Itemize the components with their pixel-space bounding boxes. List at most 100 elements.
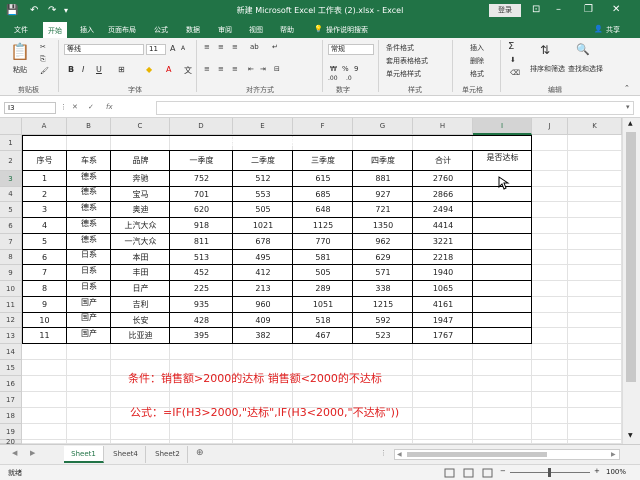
table-cell[interactable]: 213 (233, 281, 293, 297)
table-cell[interactable] (473, 328, 532, 344)
column-header[interactable]: E (233, 118, 293, 135)
tab-help[interactable]: 帮助 (280, 25, 294, 35)
conditional-format-button[interactable]: 条件格式 (386, 43, 414, 53)
increase-decimal-icon[interactable]: .00 (328, 75, 338, 82)
table-cell[interactable]: 648 (293, 202, 353, 218)
column-header[interactable]: J (532, 118, 568, 135)
table-cell[interactable]: 奥迪 (111, 202, 170, 218)
close-button[interactable]: ✕ (612, 3, 620, 17)
scroll-up-icon[interactable]: ▲ (628, 120, 633, 127)
decrease-decimal-icon[interactable]: .0 (346, 75, 352, 82)
table-cell[interactable]: 678 (233, 234, 293, 250)
table-cell[interactable]: 2866 (413, 187, 473, 202)
horizontal-scrollbar[interactable]: ◀ ▶ (394, 449, 620, 460)
font-name-select[interactable]: 等线 (64, 44, 144, 55)
table-cell[interactable]: 721 (353, 202, 413, 218)
table-cell[interactable]: 571 (353, 265, 413, 281)
table-cell[interactable] (473, 281, 532, 297)
table-cell[interactable]: 1215 (353, 297, 413, 313)
expand-formula-bar-icon[interactable]: ▾ (626, 103, 630, 111)
table-cell[interactable]: 本田 (111, 250, 170, 265)
zoom-level[interactable]: 100% (606, 468, 626, 476)
align-left-icon[interactable]: ≡ (204, 65, 210, 73)
table-cell[interactable]: 1125 (293, 218, 353, 234)
sheet-tab-sheet2[interactable]: Sheet2 (148, 446, 188, 463)
table-cell[interactable]: 9 (22, 297, 67, 313)
table-cell[interactable]: 2760 (413, 171, 473, 187)
table-title[interactable]: 集团2019年销售额（万） (22, 135, 532, 151)
wrap-text-icon[interactable]: ↵ (272, 43, 278, 51)
grow-font-icon[interactable]: A (170, 44, 175, 53)
scroll-thumb[interactable] (626, 132, 636, 382)
scroll-left-icon[interactable]: ◀ (397, 451, 402, 458)
restore-button[interactable]: ❐ (584, 3, 593, 17)
table-cell[interactable] (473, 202, 532, 218)
table-cell[interactable]: 338 (353, 281, 413, 297)
page-break-view-icon[interactable] (482, 468, 493, 478)
table-cell[interactable]: 国产 (67, 297, 111, 313)
table-header-cell[interactable]: 四季度 (353, 151, 413, 171)
page-layout-view-icon[interactable] (463, 468, 474, 478)
number-format-select[interactable]: 常规 (328, 44, 374, 55)
row-header[interactable]: 4 (0, 187, 22, 202)
row-header[interactable]: 11 (0, 297, 22, 313)
table-cell[interactable]: 592 (353, 313, 413, 328)
table-cell[interactable]: 701 (170, 187, 233, 202)
table-cell[interactable]: 935 (170, 297, 233, 313)
table-header-cell[interactable]: 是否达标 (473, 151, 532, 171)
row-header[interactable]: 10 (0, 281, 22, 297)
table-cell[interactable]: 505 (293, 265, 353, 281)
column-header[interactable]: K (568, 118, 622, 135)
table-cell[interactable]: 1 (22, 171, 67, 187)
column-header[interactable]: G (353, 118, 413, 135)
table-cell[interactable]: 581 (293, 250, 353, 265)
table-cell[interactable]: 国产 (67, 313, 111, 328)
table-cell[interactable]: 日系 (67, 250, 111, 265)
table-cell[interactable]: 495 (233, 250, 293, 265)
name-box[interactable]: I3 (4, 102, 56, 114)
tab-formulas[interactable]: 公式 (154, 25, 168, 35)
table-cell[interactable]: 620 (170, 202, 233, 218)
table-header-cell[interactable]: 二季度 (233, 151, 293, 171)
table-cell[interactable]: 962 (353, 234, 413, 250)
next-sheet-icon[interactable]: ▶ (30, 449, 35, 457)
table-cell[interactable]: 德系 (67, 171, 111, 187)
phonetic-icon[interactable]: 文 (184, 65, 192, 76)
table-cell[interactable]: 1350 (353, 218, 413, 234)
align-right-icon[interactable]: ≡ (232, 65, 238, 73)
table-cell[interactable]: 比亚迪 (111, 328, 170, 344)
copy-icon[interactable]: ⎘ (40, 55, 46, 64)
cut-icon[interactable]: ✂ (40, 43, 46, 51)
format-as-table-button[interactable]: 套用表格格式 (386, 56, 428, 66)
table-header-cell[interactable]: 一季度 (170, 151, 233, 171)
sheet-tab-sheet4[interactable]: Sheet4 (106, 446, 146, 463)
table-cell[interactable]: 上汽大众 (111, 218, 170, 234)
cancel-icon[interactable]: ✕ (72, 103, 78, 111)
row-header[interactable]: 13 (0, 328, 22, 344)
table-cell[interactable] (473, 265, 532, 281)
decrease-indent-icon[interactable]: ⇤ (248, 65, 254, 73)
row-header[interactable]: 8 (0, 250, 22, 265)
table-cell[interactable]: 宝马 (111, 187, 170, 202)
table-cell[interactable]: 3 (22, 202, 67, 218)
table-cell[interactable]: 960 (233, 297, 293, 313)
table-cell[interactable]: 518 (293, 313, 353, 328)
table-cell[interactable] (473, 297, 532, 313)
row-header[interactable]: 6 (0, 218, 22, 234)
zoom-in-button[interactable]: + (594, 467, 600, 475)
table-cell[interactable]: 523 (353, 328, 413, 344)
tab-view[interactable]: 视图 (249, 25, 263, 35)
orientation-icon[interactable]: ab (250, 43, 259, 51)
delete-cells-button[interactable]: 删除 (470, 56, 484, 66)
table-cell[interactable]: 2 (22, 187, 67, 202)
row-header[interactable]: 14 (0, 344, 22, 360)
row-header[interactable]: 15 (0, 360, 22, 376)
add-sheet-icon[interactable]: ⊕ (196, 448, 204, 458)
table-cell[interactable] (473, 313, 532, 328)
format-cells-button[interactable]: 格式 (470, 69, 484, 79)
table-cell[interactable]: 一汽大众 (111, 234, 170, 250)
table-cell[interactable]: 6 (22, 250, 67, 265)
autosum-icon[interactable]: Σ (508, 41, 514, 52)
ribbon-display-options-icon[interactable]: ⊡ (532, 3, 540, 17)
table-cell[interactable]: 2218 (413, 250, 473, 265)
